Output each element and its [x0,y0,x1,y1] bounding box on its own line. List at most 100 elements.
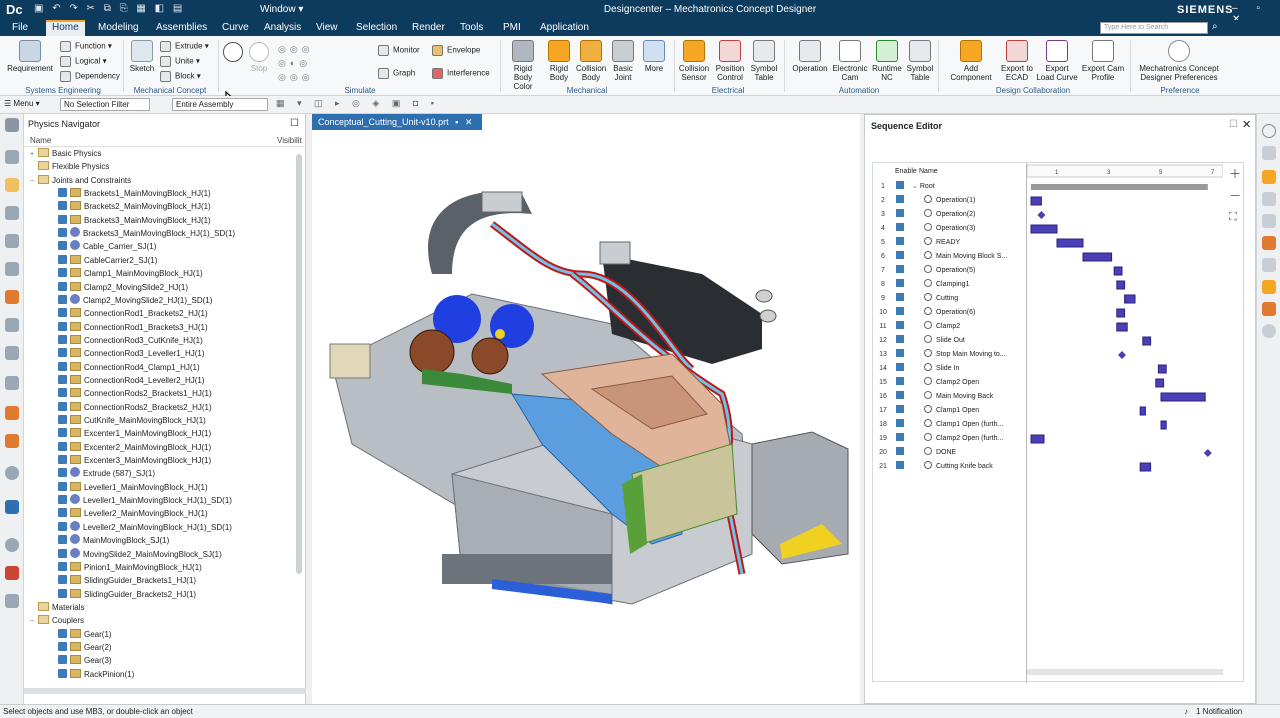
column-name[interactable]: Name [30,136,51,145]
checkbox[interactable] [58,548,67,558]
bell-icon[interactable]: ♪ [1184,705,1188,718]
snap-tools[interactable]: ▦ ▾ ◫ ▸ ◎ ◈ ▣ ◘ ▪ [276,98,439,109]
sequence-row[interactable]: 3 Operation(2) [873,208,1025,222]
sequence-row[interactable]: 14 Slide In [873,362,1025,376]
panel-maximize-icon[interactable]: ☐ [290,118,299,129]
add-component-button[interactable]: Add Component [944,40,998,82]
zoom-in-icon[interactable]: ＋ [1229,165,1241,182]
palette-icon[interactable] [5,566,19,580]
panel-maximize-icon[interactable]: ☐ [1229,119,1238,130]
tree-node[interactable]: − Couplers [30,614,84,627]
checkbox[interactable] [58,281,67,291]
cube-icon[interactable] [1262,280,1276,294]
checkbox[interactable] [58,441,67,451]
gantt-milestone[interactable] [1037,211,1046,219]
tab-view[interactable]: View [310,20,344,36]
gantt-bar[interactable] [1160,392,1206,402]
tab-tools[interactable]: Tools [454,20,489,36]
tree-node[interactable]: Flexible Physics [30,160,109,173]
sequence-row[interactable]: 13 Stop Main Moving to... [873,348,1025,362]
tree-node[interactable]: Gear(1) [50,628,112,641]
enable-checkbox[interactable] [896,209,904,217]
tree-node[interactable]: CutKnife_MainMovingBlock_HJ(1) [50,414,206,427]
electronic-cam-button[interactable]: Electronic Cam [832,40,868,82]
checkbox[interactable] [58,655,67,665]
fit-view-icon[interactable] [1262,192,1276,206]
tree-node[interactable]: Brackets3_MainMovingBlock_HJ(1) [50,214,211,227]
roles-icon[interactable] [5,376,19,390]
interference-button[interactable]: Interference [432,68,490,79]
sequence-icon[interactable] [5,434,19,448]
runtime-inspector-icon[interactable] [5,290,19,304]
tree-node[interactable]: Extrude (587)_SJ(1) [50,467,155,480]
clock-icon[interactable] [5,538,19,552]
checkbox[interactable] [58,535,67,545]
sequence-row[interactable]: 20 DONE [873,446,1025,460]
tree-node[interactable]: ConnectionRod4_Leveller2_HJ(1) [50,374,205,387]
gantt-bar[interactable] [1116,322,1128,332]
sequence-row[interactable]: 7 Operation(5) [873,264,1025,278]
tree-node[interactable]: ConnectionRod1_Brackets3_HJ(1) [50,321,208,334]
teamcenter-icon[interactable] [5,500,19,514]
enable-checkbox[interactable] [896,279,904,287]
physics-navigator-icon[interactable] [5,178,19,192]
tab-assemblies[interactable]: Assemblies [150,20,213,36]
part-navigator-icon[interactable] [5,234,19,248]
enable-checkbox[interactable] [896,265,904,273]
unite-button[interactable]: Unite ▾ [160,56,200,67]
reuse-library-icon[interactable] [5,262,19,276]
play-icon[interactable] [1262,124,1276,138]
zoom-out-icon[interactable]: － [1229,187,1241,204]
tree-node[interactable]: Cable_Carrier_SJ(1) [50,240,156,253]
tree-node[interactable]: Gear(2) [50,641,112,654]
web-browser-icon[interactable] [5,466,19,480]
tree-node[interactable]: SlidingGuider_Brackets2_HJ(1) [50,588,196,601]
hand-icon[interactable] [1262,258,1276,272]
sequence-row[interactable]: 19 Clamp2 Open (furth... [873,432,1025,446]
checkbox[interactable] [58,268,67,278]
checkbox[interactable] [58,201,67,211]
expand-toggle-icon[interactable]: − [30,615,38,628]
sequence-row[interactable]: 4 Operation(3) [873,222,1025,236]
tree-node[interactable]: Leveller1_MainMovingBlock_HJ(1) [50,481,208,494]
gantt-bar[interactable] [1157,364,1167,374]
tree-node[interactable]: Leveller2_MainMovingBlock_HJ(1)_SD(1) [50,520,232,534]
sequence-row[interactable]: 9 Cutting [873,292,1025,306]
gantt-bar[interactable] [1030,224,1058,234]
checkbox[interactable] [58,401,67,411]
tab-file[interactable]: File [6,20,34,36]
checkbox[interactable] [58,321,67,331]
enable-checkbox[interactable] [896,405,904,413]
gantt-bar[interactable] [1056,238,1084,248]
capture-icon[interactable] [5,594,19,608]
close-tab-icon[interactable]: ✕ [465,117,473,127]
cutting-unit-model[interactable] [312,114,860,706]
gantt-bar[interactable] [1113,266,1123,276]
gantt-milestone[interactable] [1203,449,1212,457]
notifications-button[interactable]: 1 Notification [1196,705,1242,718]
symbol-table-button[interactable]: Symbol Table [748,40,780,82]
tree-node[interactable]: ConnectionRods2_Brackets2_HJ(1) [50,401,212,414]
block-button[interactable]: Block ▾ [160,71,201,82]
horizontal-scrollbar[interactable] [24,688,306,694]
checkbox[interactable] [58,455,67,465]
monitor-button[interactable]: Monitor [378,45,420,56]
sequence-row[interactable]: 5 READY [873,236,1025,250]
enable-checkbox[interactable] [896,307,904,315]
tree-node[interactable]: Excenter2_MainMovingBlock_HJ(1) [50,441,211,454]
enable-checkbox[interactable] [896,391,904,399]
checkbox[interactable] [58,628,67,638]
extrude-button[interactable]: Extrude ▾ [160,41,209,52]
tree-node[interactable]: MovingSlide2_MainMovingBlock_SJ(1) [50,547,222,561]
checkbox[interactable] [58,495,67,505]
sequence-row[interactable]: 6 Main Moving Block S... [873,250,1025,264]
checkbox[interactable] [58,521,67,531]
selection-filter-select[interactable]: No Selection Filter [60,98,150,111]
tree-node[interactable]: Clamp2_MovingSlide2_HJ(1)_SD(1) [50,293,212,307]
hide-icon[interactable] [1262,214,1276,228]
checkbox[interactable] [58,388,67,398]
runtime-nc-button[interactable]: Runtime NC [870,40,904,82]
tree-node[interactable]: SlidingGuider_Brackets1_HJ(1) [50,574,196,587]
checkbox[interactable] [58,188,67,198]
enable-checkbox[interactable] [896,251,904,259]
